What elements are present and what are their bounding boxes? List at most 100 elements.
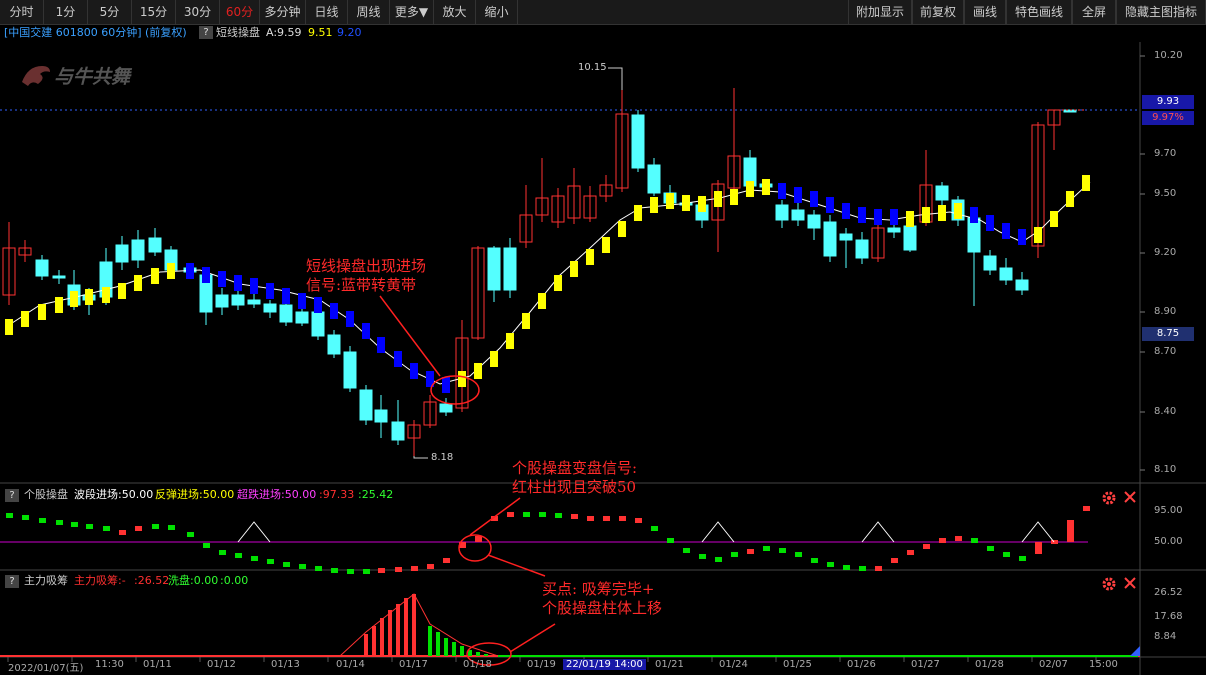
panel2-help-button[interactable]: ? xyxy=(5,575,19,588)
short-band-mark xyxy=(874,209,882,225)
short-band-mark xyxy=(151,268,159,284)
short-band-mark xyxy=(650,197,658,213)
panel1-bar xyxy=(1067,520,1074,542)
short-band-mark xyxy=(282,288,290,304)
short-band-mark xyxy=(970,207,978,223)
panel2-green-bar xyxy=(484,654,488,656)
time-axis-label: 01/24 xyxy=(719,659,748,670)
short-band-mark xyxy=(954,203,962,219)
time-axis-label: 02/07 xyxy=(1039,659,1068,670)
panel1-triangle xyxy=(701,521,735,543)
candle-body xyxy=(247,299,261,305)
low-marker xyxy=(413,456,428,459)
panel1-gear-icon[interactable] xyxy=(1102,491,1116,505)
short-band-mark xyxy=(1066,191,1074,207)
panel1-dot xyxy=(251,556,258,561)
panel2-red-line xyxy=(339,593,499,657)
panel1-dot xyxy=(203,543,210,548)
panel1-dot xyxy=(378,568,385,573)
short-band-mark xyxy=(410,363,418,379)
panel1-dot xyxy=(795,552,802,557)
watermark-text: 与牛共舞 xyxy=(54,66,131,88)
candle-body xyxy=(52,275,66,279)
time-axis-label: 15:00 xyxy=(1089,659,1118,670)
panel1-dot xyxy=(219,550,226,555)
short-band-mark xyxy=(346,311,354,327)
panel2-gear-icon[interactable] xyxy=(1102,577,1116,591)
panel1-dot xyxy=(1003,552,1010,557)
short-band-mark xyxy=(377,337,385,353)
panel1-dot xyxy=(135,526,142,531)
panel1-dot xyxy=(1083,506,1090,511)
panel1-dot xyxy=(619,516,626,521)
candle-body xyxy=(935,185,949,201)
annotation-short-signal-line1: 短线操盘出现进场 xyxy=(306,257,427,275)
panel1-help-button[interactable]: ? xyxy=(5,489,19,502)
short-band-mark xyxy=(186,263,194,279)
panel1-dot xyxy=(875,566,882,571)
short-band-mark xyxy=(1034,227,1042,243)
short-band-mark xyxy=(634,205,642,221)
low-price-tag: 8.75 xyxy=(1142,327,1194,341)
short-band-mark xyxy=(986,215,994,231)
candle-body xyxy=(647,164,661,194)
panel1-dot xyxy=(715,557,722,562)
panel2-main-accumulate: 主力吸筹:- xyxy=(74,574,126,587)
time-axis-label: 01/26 xyxy=(847,659,876,670)
panel2-close-icon[interactable] xyxy=(1124,577,1136,589)
short-band-mark xyxy=(570,261,578,277)
short-band-mark xyxy=(250,278,258,294)
time-axis-label: 01/19 xyxy=(527,659,556,670)
short-band-mark xyxy=(730,189,738,205)
short-band-mark xyxy=(586,249,594,265)
short-band-mark xyxy=(442,377,450,393)
short-band-mark xyxy=(858,207,866,223)
panel1-dot xyxy=(555,513,562,518)
panel1-dot xyxy=(699,554,706,559)
watermark-logo: 与牛共舞 xyxy=(20,60,148,92)
candle-body xyxy=(967,217,981,253)
candle-body xyxy=(999,267,1013,281)
panel1-dot xyxy=(939,538,946,543)
short-band-mark xyxy=(1050,211,1058,227)
panel1-dot xyxy=(283,562,290,567)
time-axis-label: 01/17 xyxy=(399,659,428,670)
time-axis-label: 11:30 xyxy=(95,659,124,670)
price-axis-label: 8.40 xyxy=(1154,406,1177,417)
annotation-turn-signal-line1: 个股操盘变盘信号: xyxy=(512,459,638,477)
short-band-mark xyxy=(202,267,210,283)
panel1-wave-entry: 波段进场:50.00 xyxy=(74,488,154,501)
price-axis-label: 9.50 xyxy=(1154,188,1177,199)
short-band-mark xyxy=(330,303,338,319)
candle-body xyxy=(327,334,341,355)
candle-body xyxy=(887,227,901,233)
panel1-dot xyxy=(987,546,994,551)
candle-body xyxy=(487,247,501,291)
candle-body xyxy=(215,294,229,308)
panel1-dot xyxy=(507,512,514,517)
candle-body xyxy=(131,239,145,261)
panel2-name[interactable]: 主力吸筹 xyxy=(24,574,68,588)
time-axis-label: 01/14 xyxy=(336,659,365,670)
panel1-dot xyxy=(827,562,834,567)
time-axis-label: 01/12 xyxy=(207,659,236,670)
short-band-mark xyxy=(5,319,13,335)
low-price-label: 8.18 xyxy=(431,452,454,463)
panel1-dot xyxy=(539,512,546,517)
panel1-close-icon[interactable] xyxy=(1124,491,1136,503)
panel2-red-bar xyxy=(396,604,400,656)
annotation-buy-point-line2: 个股操盘柱体上移 xyxy=(542,599,663,617)
panel1-name[interactable]: 个股操盘 xyxy=(24,488,68,502)
bull-logo-icon xyxy=(22,66,50,86)
panel2-red-bar xyxy=(372,626,376,656)
panel2-axis-low: 8.84 xyxy=(1154,631,1177,642)
panel1-dot xyxy=(187,532,194,537)
panel2-settings xyxy=(1102,577,1136,591)
panel2-red-bar xyxy=(388,610,392,656)
panel2-green-bar xyxy=(460,646,464,656)
panel1-dot xyxy=(267,559,274,564)
short-band-mark xyxy=(21,311,29,327)
panel1-dot xyxy=(443,558,450,563)
candle-body xyxy=(391,421,405,441)
panel1-dot xyxy=(363,569,370,574)
